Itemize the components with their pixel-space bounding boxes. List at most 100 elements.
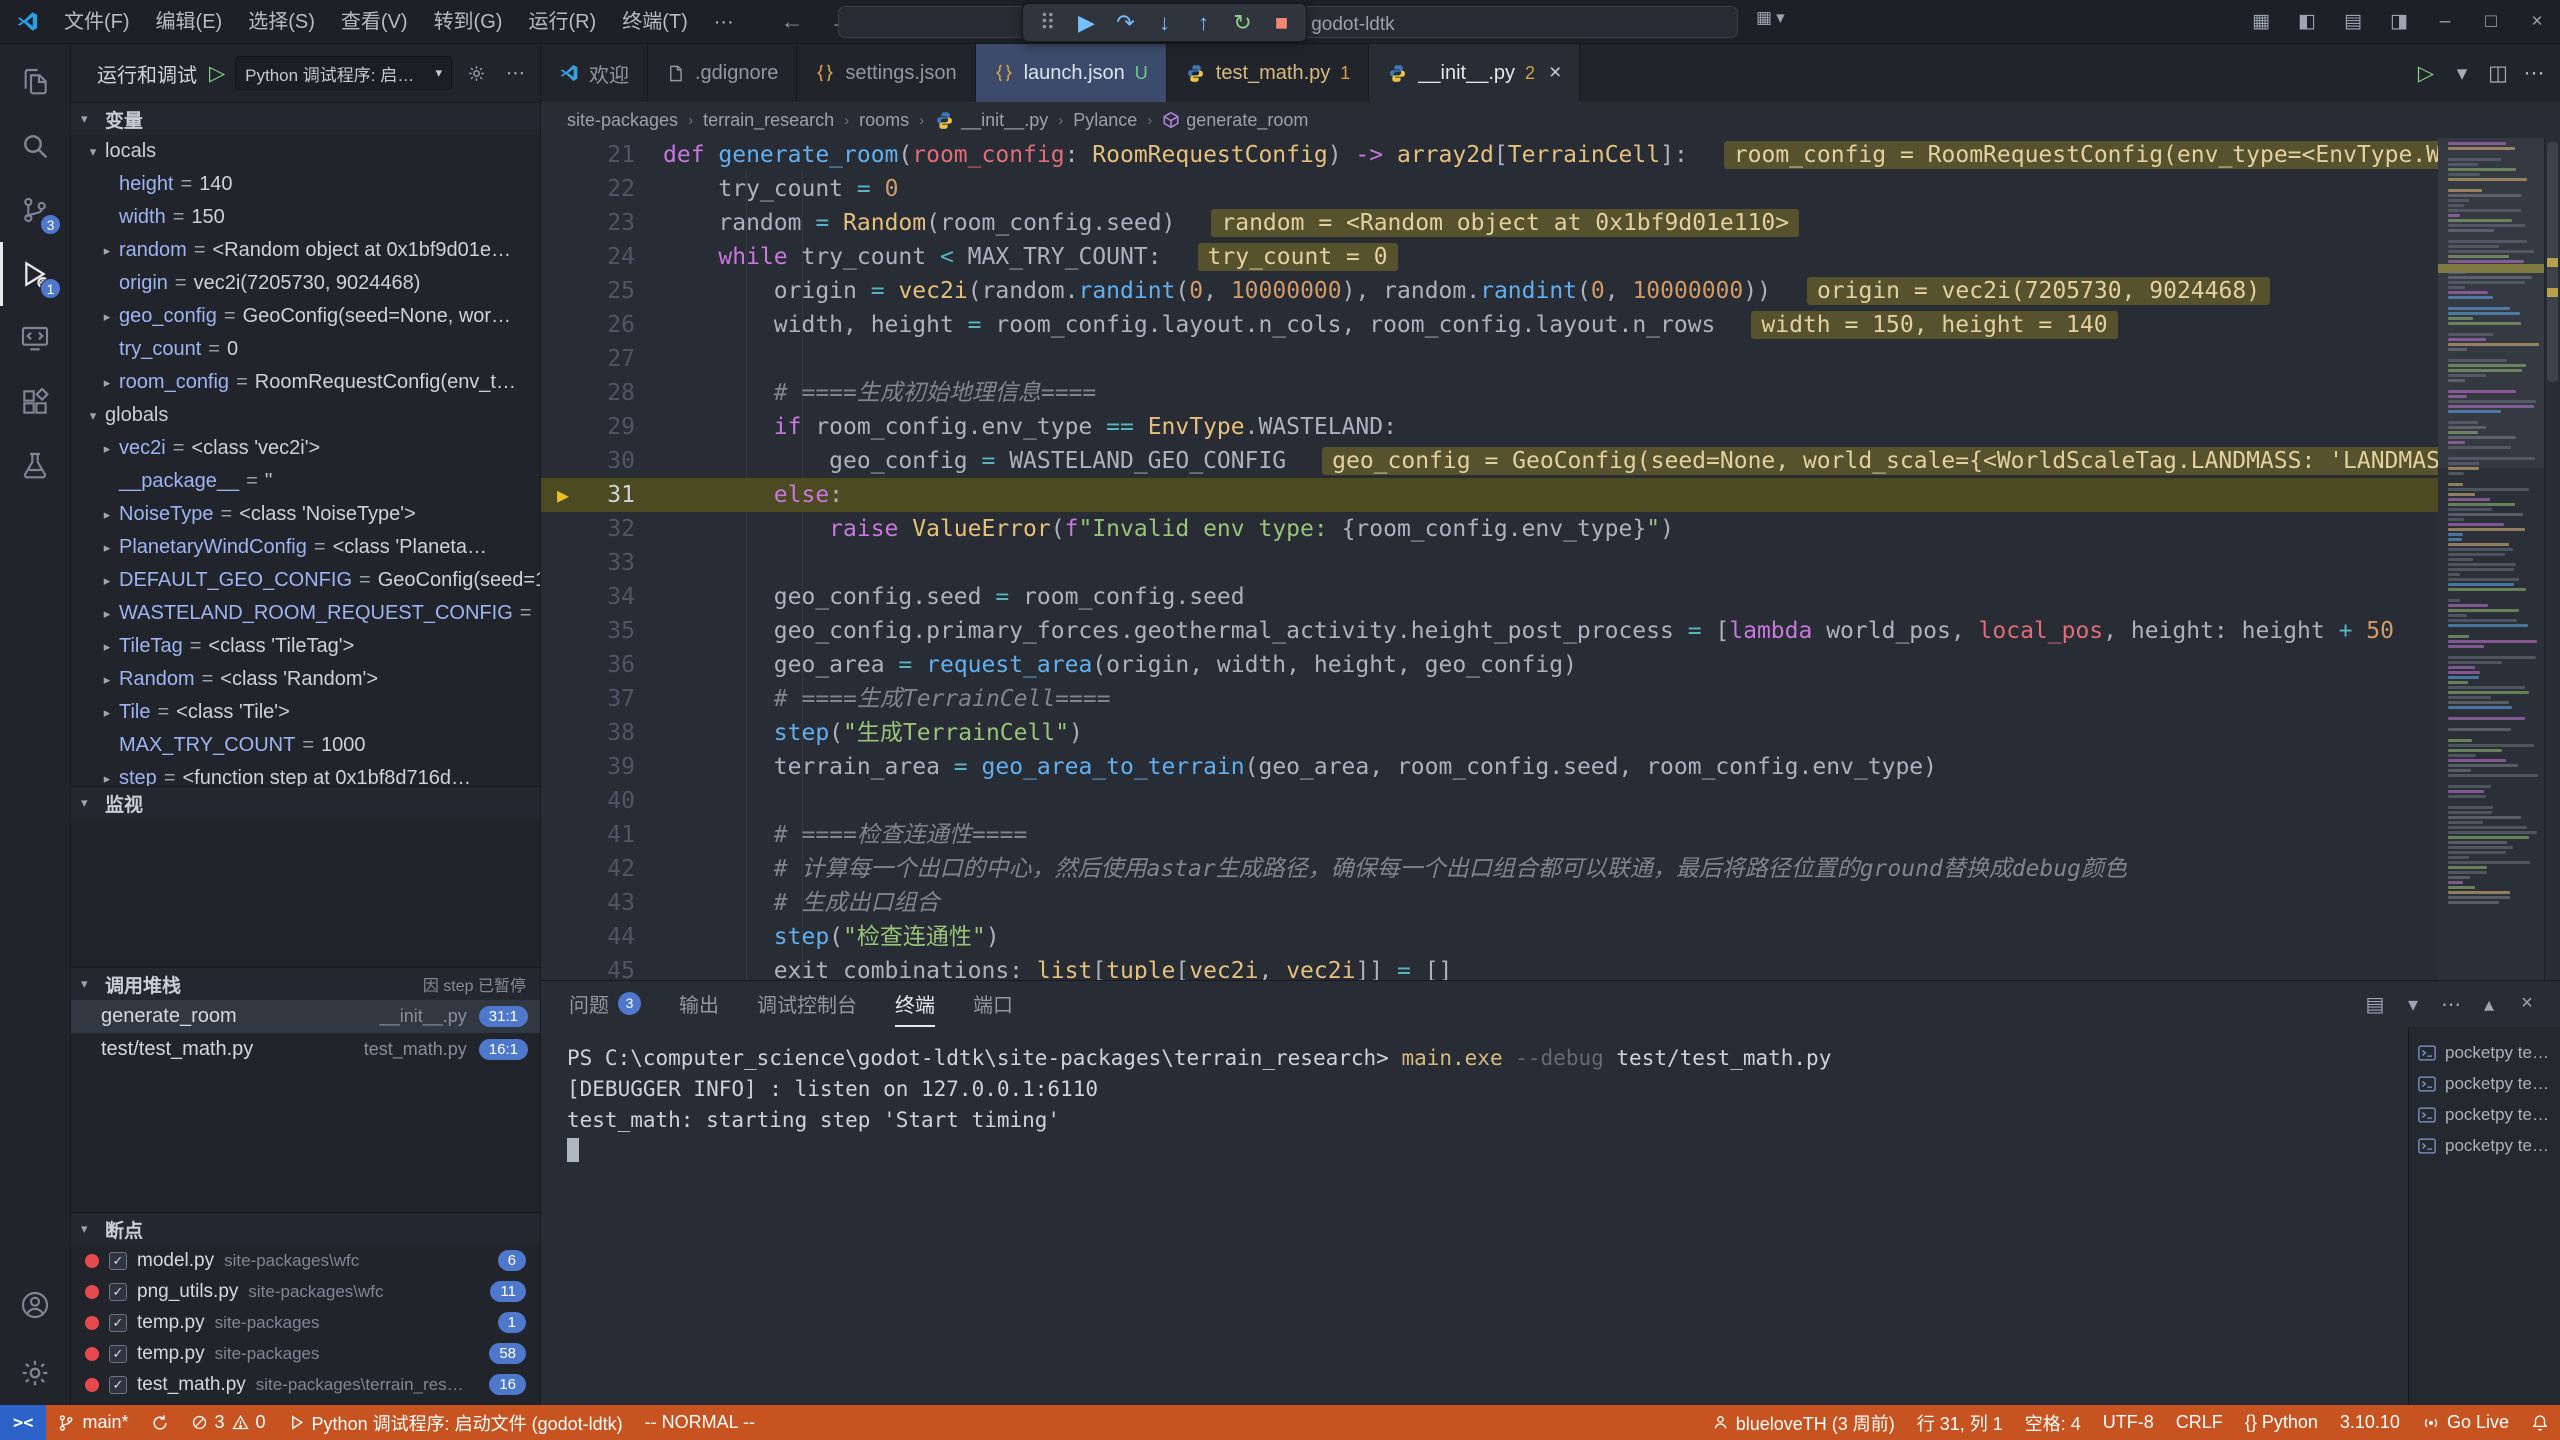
code-line-29[interactable]: 29 if room_config.env_type == EnvType.WA… — [541, 410, 2438, 444]
breadcrumb-item-site-packages[interactable]: site-packages — [567, 110, 678, 131]
code-line-30[interactable]: 30 geo_config = WASTELAND_GEO_CONFIGgeo_… — [541, 444, 2438, 478]
gutter[interactable]: 34 — [541, 580, 663, 614]
editor-scrollbar[interactable] — [2544, 138, 2560, 980]
code-line-26[interactable]: 26 width, height = room_config.layout.n_… — [541, 308, 2438, 342]
variable-__package__[interactable]: __package__='' — [71, 465, 540, 498]
activity-remote-explorer[interactable] — [0, 306, 70, 370]
tab-launch.json[interactable]: launch.jsonU — [976, 44, 1167, 102]
variable-try_count[interactable]: try_count=0 — [71, 333, 540, 366]
status-go-live[interactable]: Go Live — [2411, 1405, 2520, 1440]
variable-Tile[interactable]: ▸Tile=<class 'Tile'> — [71, 696, 540, 729]
status-sync-changes[interactable] — [140, 1405, 180, 1440]
panel-tab-调试控制台[interactable]: 调试控制台 — [757, 981, 857, 1027]
stack-frame-test/test_math.py[interactable]: test/test_math.pytest_math.py16:1 — [71, 1033, 540, 1066]
code-line-36[interactable]: 36 geo_area = request_area(origin, width… — [541, 648, 2438, 682]
code-line-33[interactable]: 33 — [541, 546, 2438, 580]
code-line-44[interactable]: 44 step("检查连通性") — [541, 920, 2438, 954]
toggle-sidebar-icon[interactable]: ◧ — [2284, 0, 2330, 44]
activity-source-control[interactable]: 3 — [0, 178, 70, 242]
gutter[interactable]: 30 — [541, 444, 663, 478]
menu-item-0[interactable]: 文件(F) — [51, 5, 143, 39]
chevron-right-icon[interactable]: ▸ — [95, 507, 119, 523]
menu-item-4[interactable]: 转到(G) — [421, 5, 516, 39]
code-line-42[interactable]: 42 # 计算每一个出口的中心，然后使用astar生成路径，确保每一个出口组合都… — [541, 852, 2438, 886]
menu-item-6[interactable]: 终端(T) — [609, 5, 701, 39]
code-line-45[interactable]: 45 exit_combinations: list[tuple[vec2i, … — [541, 954, 2438, 980]
variable-step[interactable]: ▸step=<function step at 0x1bf8d716d… — [71, 762, 540, 786]
code-line-22[interactable]: 22 try_count = 0 — [541, 172, 2438, 206]
code-line-40[interactable]: 40 — [541, 784, 2438, 818]
toggle-panel-icon[interactable]: ▤ — [2330, 0, 2376, 44]
breakpoint-row-2[interactable]: ✓temp.pysite-packages1 — [71, 1307, 540, 1338]
gutter[interactable]: 42 — [541, 852, 663, 886]
status-notifications[interactable] — [2520, 1405, 2560, 1440]
debug-config-select[interactable]: Python 调试程序: 启… ▾ — [235, 56, 452, 90]
breakpoint-checkbox[interactable]: ✓ — [109, 1314, 127, 1332]
tab-__init__.py[interactable]: __init__.py2× — [1369, 44, 1580, 102]
breakpoints-section-header[interactable]: ▾ 断点 — [71, 1212, 540, 1245]
variable-geo_config[interactable]: ▸geo_config=GeoConfig(seed=None, wor… — [71, 300, 540, 333]
code-line-27[interactable]: 27 — [541, 342, 2438, 376]
close-window[interactable]: × — [2514, 0, 2560, 44]
minimize-window[interactable]: – — [2422, 0, 2468, 44]
chevron-right-icon[interactable]: ▸ — [95, 573, 119, 589]
code-line-31[interactable]: ▶31 else: — [541, 478, 2438, 512]
chevron-right-icon[interactable]: ▸ — [95, 672, 119, 688]
status-eol-sequence[interactable]: CRLF — [2165, 1405, 2234, 1440]
minimap-viewport[interactable] — [2438, 138, 2544, 468]
maximize-panel-icon[interactable]: ▴ — [2470, 992, 2508, 1017]
breadcrumb-item-rooms[interactable]: rooms — [859, 110, 909, 131]
breakpoint-checkbox[interactable]: ✓ — [109, 1376, 127, 1394]
step-out-button[interactable]: ↑ — [1185, 6, 1222, 39]
split-editor-icon[interactable]: ◫ — [2480, 61, 2516, 86]
breadcrumb-item-Pylance[interactable]: Pylance — [1073, 110, 1137, 131]
gutter[interactable]: 38 — [541, 716, 663, 750]
breakpoint-checkbox[interactable]: ✓ — [109, 1283, 127, 1301]
chevron-right-icon[interactable]: ▸ — [95, 639, 119, 655]
breakpoint-row-1[interactable]: ✓png_utils.pysite-packages\wfc11 — [71, 1276, 540, 1307]
remote-indicator[interactable]: >< — [0, 1405, 46, 1440]
code-line-28[interactable]: 28 # ====生成初始地理信息==== — [541, 376, 2438, 410]
variable-height[interactable]: height=140 — [71, 168, 540, 201]
minimap[interactable] — [2438, 138, 2544, 980]
gutter[interactable]: 33 — [541, 546, 663, 580]
gutter[interactable]: 26 — [541, 308, 663, 342]
code-line-32[interactable]: 32 raise ValueError(f"Invalid env type: … — [541, 512, 2438, 546]
activity-search[interactable] — [0, 114, 70, 178]
panel-layout-icon[interactable]: ▤ — [2356, 992, 2394, 1017]
code-line-39[interactable]: 39 terrain_area = geo_area_to_terrain(ge… — [541, 750, 2438, 784]
chevron-right-icon[interactable]: ▸ — [95, 441, 119, 457]
code-line-35[interactable]: 35 geo_config.primary_forces.geothermal_… — [541, 614, 2438, 648]
gutter[interactable]: 24 — [541, 240, 663, 274]
breakpoint-row-4[interactable]: ✓test_math.pysite-packages\terrain_res…1… — [71, 1369, 540, 1400]
gutter[interactable]: 22 — [541, 172, 663, 206]
tab-test_math.py[interactable]: test_math.py1 — [1167, 44, 1370, 102]
code-line-37[interactable]: 37 # ====生成TerrainCell==== — [541, 682, 2438, 716]
chevron-right-icon[interactable]: ▸ — [95, 309, 119, 325]
stack-frame-generate_room[interactable]: generate_room__init__.py31:1 — [71, 1000, 540, 1033]
variable-origin[interactable]: origin=vec2i(7205730, 9024468) — [71, 267, 540, 300]
menu-item-3[interactable]: 查看(V) — [328, 5, 421, 39]
customize-layout-icon[interactable]: ▦ — [2238, 0, 2284, 44]
variable-NoiseType[interactable]: ▸NoiseType=<class 'NoiseType'> — [71, 498, 540, 531]
panel-tab-终端[interactable]: 终端 — [895, 981, 935, 1027]
activity-testing[interactable] — [0, 434, 70, 498]
close-tab-icon[interactable]: × — [1549, 61, 1561, 85]
variable-PlanetaryWindConfig[interactable]: ▸PlanetaryWindConfig=<class 'Planeta… — [71, 531, 540, 564]
gutter[interactable]: 28 — [541, 376, 663, 410]
status-encoding[interactable]: UTF-8 — [2092, 1405, 2165, 1440]
continue-button[interactable]: ▶ — [1068, 6, 1105, 39]
code-viewport[interactable]: 21def generate_room(room_config: RoomReq… — [541, 138, 2438, 980]
variable-Random[interactable]: ▸Random=<class 'Random'> — [71, 663, 540, 696]
gutter[interactable]: 29 — [541, 410, 663, 444]
panel-tab-输出[interactable]: 输出 — [679, 981, 719, 1027]
close-panel-icon[interactable]: × — [2508, 992, 2546, 1017]
step-into-button[interactable]: ↓ — [1146, 6, 1183, 39]
gutter[interactable]: 27 — [541, 342, 663, 376]
gutter[interactable]: 23 — [541, 206, 663, 240]
variable-vec2i[interactable]: ▸vec2i=<class 'vec2i'> — [71, 432, 540, 465]
gutter[interactable]: 44 — [541, 920, 663, 954]
variable-MAX_TRY_COUNT[interactable]: MAX_TRY_COUNT=1000 — [71, 729, 540, 762]
status-gitlens-blame[interactable]: blueloveTH (3 周前) — [1701, 1405, 1906, 1440]
variable-room_config[interactable]: ▸room_config=RoomRequestConfig(env_t… — [71, 366, 540, 399]
